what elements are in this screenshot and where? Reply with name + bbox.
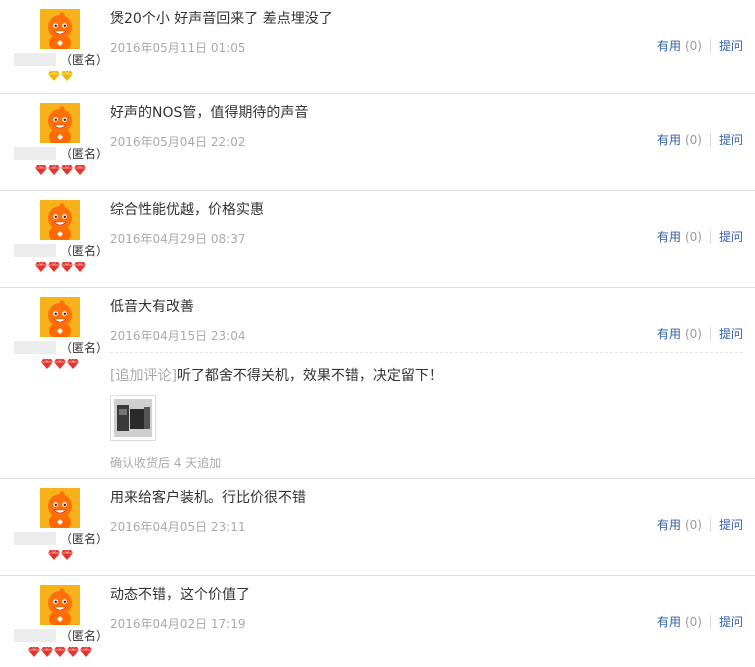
level-badge-icon xyxy=(28,647,40,657)
masked-username xyxy=(14,629,56,642)
append-text: 听了都舍不得关机，效果不错，决定留下！ xyxy=(176,368,443,384)
level-badge-icon xyxy=(41,359,53,369)
review-item: （匿名） 低音大有改善 2016年04月15日 23:04 有用 (0) 提问 [追… xyxy=(0,288,755,479)
photo-image xyxy=(114,399,152,437)
useful-button[interactable]: 有用 xyxy=(657,518,681,532)
useful-count: (0) xyxy=(684,518,702,532)
useful-count: (0) xyxy=(684,230,702,244)
useful-button[interactable]: 有用 xyxy=(657,615,681,629)
level-badge-icon xyxy=(67,647,79,657)
masked-username xyxy=(14,147,56,160)
ask-question-link[interactable]: 提问 xyxy=(719,518,743,532)
level-badge-icon xyxy=(34,165,47,175)
masked-username xyxy=(14,244,56,257)
review-item: （匿名） 好声的NOS管，值得期待的声音 2016年05月04日 22:02 有… xyxy=(0,94,755,191)
useful-button[interactable]: 有用 xyxy=(657,133,681,147)
reviewer-level-badges xyxy=(0,550,120,560)
level-badge-icon xyxy=(54,647,66,657)
ask-question-link[interactable]: 提问 xyxy=(719,615,743,629)
useful-count: (0) xyxy=(684,39,702,53)
level-badge-icon xyxy=(54,359,66,369)
ask-question-link[interactable]: 提问 xyxy=(719,327,743,341)
masked-username xyxy=(14,53,56,66)
append-note: 确认收货后 4 天追加 xyxy=(110,456,222,470)
review-text: 煲20个小 好声音回来了 差点埋没了 xyxy=(110,11,333,27)
level-badge-icon xyxy=(73,165,86,175)
ask-question-link[interactable]: 提问 xyxy=(719,230,743,244)
review-text: 低音大有改善 xyxy=(110,299,194,315)
level-badge-icon xyxy=(41,647,53,657)
review-item: （匿名） 煲20个小 好声音回来了 差点埋没了 2016年05月11日 01:0… xyxy=(0,0,755,94)
review-photo-thumbnail[interactable] xyxy=(110,395,156,441)
photo-image-icon xyxy=(114,399,152,437)
divider xyxy=(709,230,711,244)
review-text: 综合性能优越，价格实惠 xyxy=(110,202,264,218)
appended-review: [追加评论]听了都舍不得关机，效果不错，决定留下！ 确认收货后 4 天追加 xyxy=(110,352,743,470)
divider xyxy=(709,327,711,341)
avatar[interactable] xyxy=(40,200,80,240)
level-badge-icon xyxy=(60,71,73,81)
masked-username xyxy=(14,532,56,545)
review-item: （匿名） 动态不错，这个价值了 2016年04月02日 17:19 有用 (0) 提… xyxy=(0,576,755,667)
level-badge-icon xyxy=(60,550,73,560)
anonymous-label: （匿名） xyxy=(60,629,109,643)
reviewer-level-badges xyxy=(0,647,120,657)
reviewer-level-badges xyxy=(0,262,120,272)
level-badge-icon xyxy=(47,550,60,560)
useful-button[interactable]: 有用 xyxy=(657,230,681,244)
masked-username xyxy=(14,341,56,354)
review-text: 动态不错，这个价值了 xyxy=(110,587,250,603)
useful-button[interactable]: 有用 xyxy=(657,327,681,341)
useful-button[interactable]: 有用 xyxy=(657,39,681,53)
review-date: 2016年05月11日 01:05 xyxy=(110,41,246,55)
review-date: 2016年04月15日 23:04 xyxy=(110,329,246,343)
useful-count: (0) xyxy=(684,615,702,629)
reviewer-level-badges xyxy=(0,165,120,175)
level-badge-icon xyxy=(47,262,60,272)
divider xyxy=(709,518,711,532)
reviewer-level-badges xyxy=(0,71,120,81)
divider xyxy=(709,39,711,53)
review-date: 2016年04月05日 23:11 xyxy=(110,520,246,534)
anonymous-label: （匿名） xyxy=(60,532,109,546)
divider xyxy=(709,615,711,629)
review-date: 2016年05月04日 22:02 xyxy=(110,135,246,149)
anonymous-label: （匿名） xyxy=(60,147,109,161)
review-text: 好声的NOS管，值得期待的声音 xyxy=(110,105,309,121)
level-badge-icon xyxy=(80,647,92,657)
avatar[interactable] xyxy=(40,9,80,49)
divider xyxy=(709,133,711,147)
level-badge-icon xyxy=(47,165,60,175)
avatar[interactable] xyxy=(40,297,80,337)
avatar[interactable] xyxy=(40,488,80,528)
level-badge-icon xyxy=(73,262,86,272)
avatar[interactable] xyxy=(40,103,80,143)
level-badge-icon xyxy=(60,165,73,175)
level-badge-icon xyxy=(47,71,60,81)
level-badge-icon xyxy=(34,262,47,272)
review-date: 2016年04月02日 17:19 xyxy=(110,617,246,631)
anonymous-label: （匿名） xyxy=(60,341,109,355)
useful-count: (0) xyxy=(684,133,702,147)
anonymous-label: （匿名） xyxy=(60,244,109,258)
level-badge-icon xyxy=(60,262,73,272)
ask-question-link[interactable]: 提问 xyxy=(719,133,743,147)
review-item: （匿名） 综合性能优越，价格实惠 2016年04月29日 08:37 有用 (0)… xyxy=(0,191,755,288)
level-badge-icon xyxy=(67,359,79,369)
review-text: 用来给客户装机。行比价很不错 xyxy=(110,490,306,506)
avatar[interactable] xyxy=(40,585,80,625)
anonymous-label: （匿名） xyxy=(60,53,109,67)
ask-question-link[interactable]: 提问 xyxy=(719,39,743,53)
review-item: （匿名） 用来给客户装机。行比价很不错 2016年04月05日 23:11 有用… xyxy=(0,479,755,576)
reviewer-level-badges xyxy=(0,359,120,369)
useful-count: (0) xyxy=(684,327,702,341)
append-tag: [追加评论] xyxy=(110,368,177,384)
review-date: 2016年04月29日 08:37 xyxy=(110,232,246,246)
